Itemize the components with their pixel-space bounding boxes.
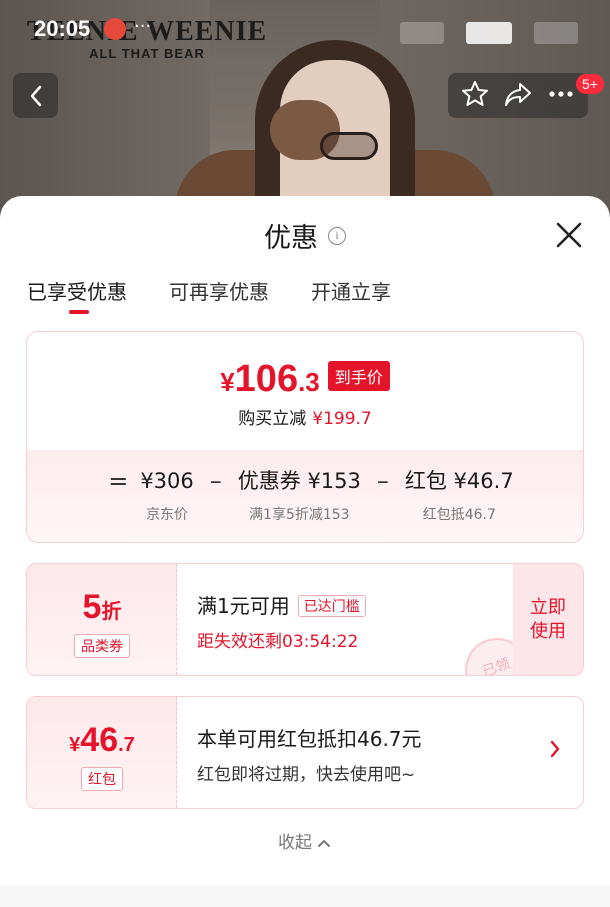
redpacket-currency: ¥ <box>69 734 81 756</box>
wifi-icon <box>466 22 512 44</box>
redpacket-details: 本单可用红包抵扣46.7元 红包即将过期，快去使用吧~ <box>197 723 422 785</box>
collapse-button[interactable]: 收起 <box>0 828 610 853</box>
price-formula: = ¥306 京东价 – 优惠券 ¥153 满1享5折减153 – 红包 ¥46… <box>27 468 583 524</box>
notification-app-icon <box>104 18 126 40</box>
redpacket-type-label: 红包 <box>81 767 123 791</box>
savings-label: 购买立减 <box>238 409 307 429</box>
close-button[interactable] <box>553 219 585 251</box>
breakdown-label: 京东价 <box>146 507 189 523</box>
chevron-left-icon <box>30 85 41 106</box>
price-breakdown: = ¥306 京东价 – 优惠券 ¥153 满1享5折减153 – 红包 ¥46… <box>27 450 583 542</box>
coupon-discount-number: 5 <box>82 588 102 626</box>
coupon-value-panel: 5折 品类券 <box>27 564 177 675</box>
coupon-discount: 5折 <box>27 588 177 627</box>
discount-tabs: 已享受优惠 可再享优惠 开通立享 <box>27 276 433 316</box>
use-now-button[interactable]: 立即使用 <box>513 564 583 675</box>
breakdown-label: 满1享5折减153 <box>249 507 350 523</box>
top-action-bar <box>448 73 588 118</box>
redpacket-amount-int: 46 <box>80 721 119 759</box>
breakdown-amount: 优惠券 ¥153 <box>237 469 361 493</box>
status-time: 20:05 <box>34 16 91 41</box>
coupon-discount-unit: 折 <box>101 601 122 623</box>
coupon-type-label: 品类券 <box>74 634 130 658</box>
price-currency: ¥ <box>220 367 235 397</box>
redpacket-desc: 红包即将过期，快去使用吧~ <box>197 765 416 785</box>
category-coupon-card: 5折 品类券 满1元可用 已达门槛 距失效还剩03:54:22 已领 立即使用 <box>26 563 584 676</box>
breakdown-redpacket: 红包 ¥46.7 红包抵46.7 <box>405 468 514 524</box>
discount-sheet: 优惠 i 已享受优惠 可再享优惠 开通立享 ¥106.3 到手价 购买立减 ¥199.… <box>0 196 610 886</box>
equals-sign: = <box>108 467 129 495</box>
minus-sign: – <box>209 467 222 495</box>
redpacket-title: 本单可用红包抵扣46.7元 <box>197 727 422 751</box>
minus-sign: – <box>376 467 389 495</box>
coupon-details: 满1元可用 已达门槛 距失效还剩03:54:22 <box>197 590 366 652</box>
collapse-label: 收起 <box>278 833 312 853</box>
price-integer: 106 <box>234 358 299 400</box>
sheet-header: 优惠 i <box>0 216 610 255</box>
price-decimal: .3 <box>298 367 320 397</box>
sheet-title: 优惠 <box>264 223 318 254</box>
coupon-condition: 满1元可用 <box>197 594 290 618</box>
savings-amount: ¥199.7 <box>312 409 372 429</box>
coupon-countdown: 距失效还剩03:54:22 <box>197 632 359 652</box>
breakdown-label: 红包抵46.7 <box>422 507 496 523</box>
tab-enjoyed[interactable]: 已享受优惠 <box>27 276 127 316</box>
tab-activate[interactable]: 开通立享 <box>311 276 391 316</box>
coupon-title: 满1元可用 已达门槛 <box>197 590 366 619</box>
tab-more-available[interactable]: 可再享优惠 <box>169 276 269 316</box>
model-glasses <box>320 132 378 160</box>
breakdown-amount: 红包 ¥46.7 <box>404 469 514 493</box>
coupon-type: 品类券 <box>27 634 177 658</box>
breakdown-amount: ¥306 <box>140 469 194 493</box>
status-more: ··· <box>134 16 152 37</box>
redpacket-amount: ¥46.7 <box>27 721 177 760</box>
signal-icon <box>400 22 444 44</box>
breakdown-jd-price: ¥306 京东价 <box>140 468 193 524</box>
redpacket-type: 红包 <box>27 767 177 791</box>
favorite-button[interactable] <box>460 79 490 113</box>
back-button[interactable] <box>13 73 58 118</box>
threshold-met-chip: 已达门槛 <box>297 595 366 617</box>
brand-tagline: ALL THAT BEAR <box>89 46 205 61</box>
final-price-section: ¥106.3 到手价 购买立减 ¥199.7 <box>27 332 583 450</box>
close-icon <box>556 222 582 248</box>
info-icon[interactable]: i <box>328 226 346 245</box>
share-button[interactable] <box>503 79 533 113</box>
share-icon <box>504 82 531 106</box>
star-icon <box>462 80 489 106</box>
savings-line: 购买立减 ¥199.7 <box>27 404 583 429</box>
breakdown-coupon: 优惠券 ¥153 满1享5折减153 <box>238 468 361 524</box>
more-dots-icon <box>549 90 573 97</box>
battery-icon <box>534 22 578 44</box>
chevron-right-icon <box>549 739 561 765</box>
more-button[interactable] <box>546 79 576 113</box>
chevron-up-icon <box>318 840 330 847</box>
price-summary-card: ¥106.3 到手价 购买立减 ¥199.7 = ¥306 京东价 – 优惠券 ¥1… <box>26 331 584 543</box>
final-price: ¥106.3 到手价 <box>27 358 583 401</box>
redpacket-amount-dec: .7 <box>118 734 135 756</box>
redpacket-value-panel: ¥46.7 红包 <box>27 697 177 808</box>
final-price-value: ¥106.3 <box>220 358 320 400</box>
message-badge: 5+ <box>576 74 604 94</box>
final-price-tag: 到手价 <box>327 361 390 391</box>
redpacket-card[interactable]: ¥46.7 红包 本单可用红包抵扣46.7元 红包即将过期，快去使用吧~ <box>26 696 584 809</box>
